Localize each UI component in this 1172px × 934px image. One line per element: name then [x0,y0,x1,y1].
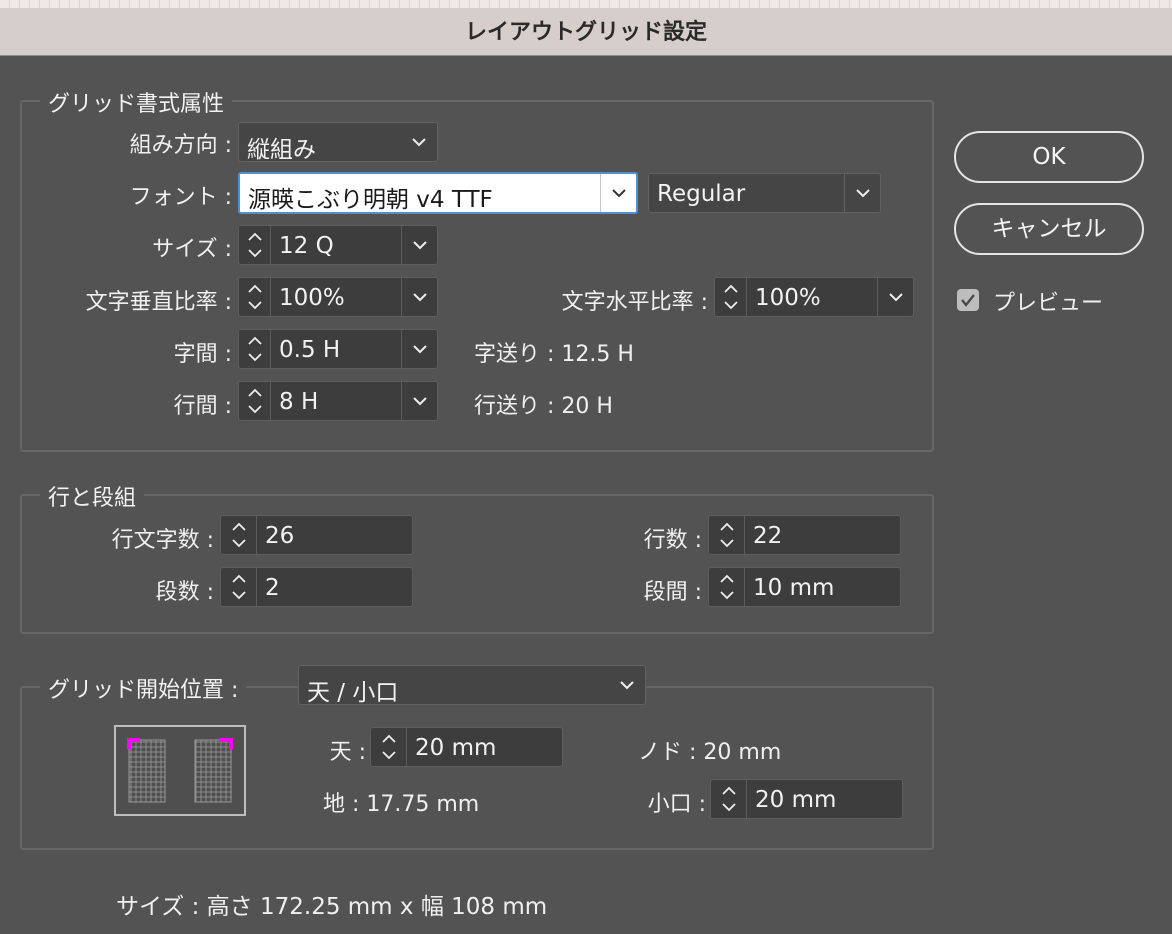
spread-preview [114,725,246,816]
stepper-arrows-icon[interactable] [239,330,271,368]
size-spinbox[interactable]: 12 Q [238,225,438,265]
chevron-down-icon [401,123,437,161]
inside-margin-readout: ノド : 20 mm [638,740,782,765]
chevron-down-icon [609,666,645,704]
grid-spread-icon [127,738,233,803]
line-advance-readout: 行送り : 20 H [474,394,613,419]
bottom-margin-readout: 地 : 17.75 mm [323,792,480,817]
stepper-arrows-icon[interactable] [221,516,257,554]
direction-value: 縦組み [247,137,316,163]
stepper-arrows-icon[interactable] [709,568,745,606]
vertical-scale-value: 100% [279,285,345,311]
top-margin-spinbox[interactable]: 20 mm [370,727,563,767]
vertical-scale-label: 文字垂直比率 : [85,290,232,315]
columns-label: 段数 : [155,580,214,605]
dialog-title: レイアウトグリッド設定 [464,20,707,45]
lines-columns-legend: 行と段組 [40,480,145,512]
vertical-scale-spinbox[interactable]: 100% [238,277,438,317]
chars-per-line-spinbox[interactable]: 26 [220,515,413,555]
start-position-select[interactable]: 天 / 小口 [298,665,646,706]
stepper-arrows-icon[interactable] [239,382,271,420]
line-spacing-spinbox[interactable]: 8 H [238,381,438,421]
columns-spinbox[interactable]: 2 [220,567,413,607]
line-spacing-label: 行間 : [173,394,232,419]
size-summary: サイズ : 高さ 172.25 mm x 幅 108 mm [116,894,548,920]
size-label: サイズ : [152,237,232,262]
char-advance-readout: 字送り : 12.5 H [474,342,634,367]
stepper-arrows-icon[interactable] [239,226,271,264]
start-position-value: 天 / 小口 [307,680,399,706]
start-position-legend: グリッド開始位置 : [40,672,247,704]
direction-label: 組み方向 : [129,133,232,158]
lines-label: 行数 : [643,528,702,553]
checkmark-icon [961,294,975,307]
char-spacing-spinbox[interactable]: 0.5 H [238,329,438,369]
preview-label: プレビュー [993,291,1104,316]
chevron-down-icon[interactable] [600,174,636,212]
horizontal-scale-spinbox[interactable]: 100% [714,277,914,317]
chevron-down-icon[interactable] [401,330,437,368]
lines-spinbox[interactable]: 22 [708,515,901,555]
gutter-label: 段間 : [643,580,702,605]
outside-margin-label: 小口 : [647,792,706,817]
font-style-combo[interactable]: Regular [648,173,881,213]
stepper-arrows-icon[interactable] [709,516,745,554]
chevron-down-icon[interactable] [844,174,880,212]
direction-select[interactable]: 縦組み [238,122,438,163]
cancel-button[interactable]: キャンセル [954,203,1144,255]
grid-format-legend: グリッド書式属性 [40,86,233,118]
preview-checkbox[interactable] [957,289,979,311]
chars-per-line-label: 行文字数 : [111,528,214,553]
size-value: 12 Q [279,233,334,259]
chevron-down-icon[interactable] [401,226,437,264]
chevron-down-icon[interactable] [877,278,913,316]
font-label: フォント : [129,185,232,210]
top-margin-label: 天 : [329,740,366,765]
ok-button[interactable]: OK [954,131,1144,183]
horizontal-scale-value: 100% [755,285,821,311]
background-document-strip [0,0,1172,8]
lines-value: 22 [753,523,783,549]
outside-margin-value: 20 mm [755,787,837,813]
stepper-arrows-icon[interactable] [715,278,747,316]
gutter-spinbox[interactable]: 10 mm [708,567,901,607]
horizontal-scale-label: 文字水平比率 : [561,290,708,315]
chevron-down-icon[interactable] [401,382,437,420]
char-spacing-value: 0.5 H [279,337,341,363]
outside-margin-spinbox[interactable]: 20 mm [710,779,903,819]
char-spacing-label: 字間 : [173,342,232,367]
line-spacing-value: 8 H [279,389,319,415]
gutter-value: 10 mm [753,575,835,601]
chevron-down-icon[interactable] [401,278,437,316]
font-family-combo[interactable]: 源暎こぶり明朝 v4 TTF [238,172,638,214]
columns-value: 2 [265,575,280,601]
font-style-value: Regular [657,181,746,207]
stepper-arrows-icon[interactable] [711,780,747,818]
font-family-value: 源暎こぶり明朝 v4 TTF [248,187,493,213]
stepper-arrows-icon[interactable] [371,728,407,766]
chars-per-line-value: 26 [265,523,295,549]
stepper-arrows-icon[interactable] [221,568,257,606]
top-margin-value: 20 mm [415,735,497,761]
stepper-arrows-icon[interactable] [239,278,271,316]
